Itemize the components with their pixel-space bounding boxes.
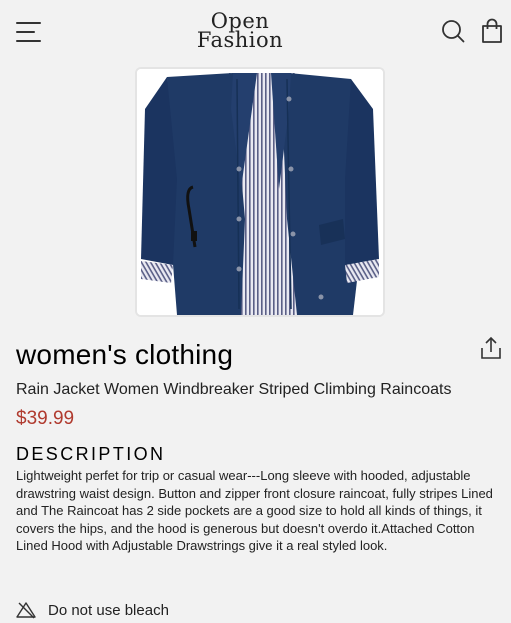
product-price: $39.99 [16,408,75,429]
menu-icon[interactable] [16,22,41,42]
search-icon[interactable] [441,19,465,43]
no-bleach-icon [16,602,36,619]
logo[interactable]: Open Fashion [190,11,290,52]
shopping-bag-icon[interactable] [481,18,503,44]
navy-raincoat-product-image [137,69,383,315]
product-title: women's clothing [16,339,234,370]
description-text: Lightweight perfet for trip or casual we… [16,468,493,554]
share-icon[interactable] [480,336,502,360]
product-name: Rain Jacket Women Windbreaker Striped Cl… [16,381,452,398]
product-image[interactable] [135,67,385,317]
logo-line-2: Fashion [196,28,284,52]
care-label: Do not use bleach [48,602,169,619]
header: Open Fashion [0,0,511,64]
description-heading: DESCRIPTION [16,444,166,464]
